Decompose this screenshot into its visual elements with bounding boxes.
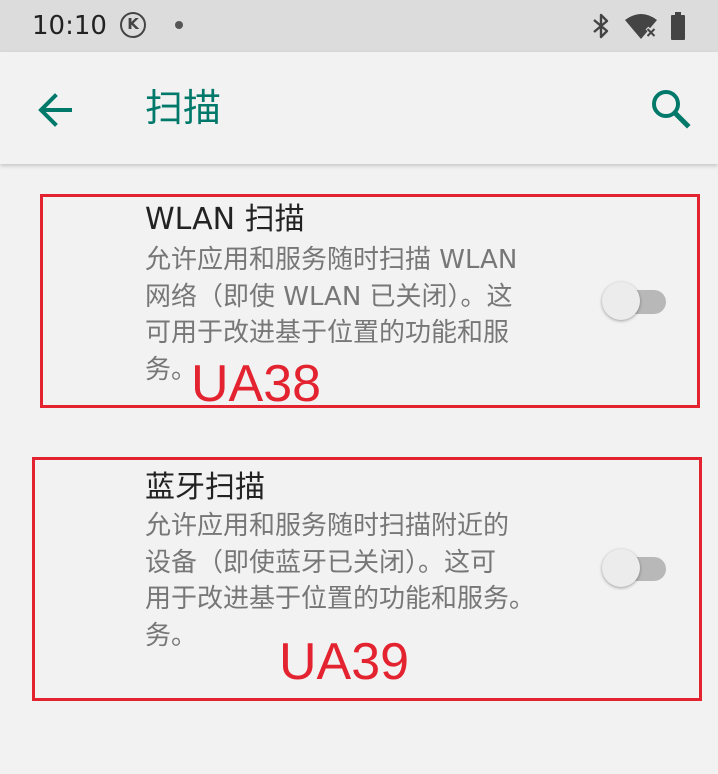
status-icons — [590, 10, 686, 42]
bluetooth-icon — [593, 13, 609, 39]
status-bar: 10:10 K — [0, 0, 718, 52]
annotation-label: UA38 — [191, 355, 322, 413]
app-bar: 扫描 — [0, 52, 718, 164]
notification-dot-icon — [175, 21, 183, 29]
search-button[interactable] — [648, 86, 694, 132]
arrow-back-icon — [38, 93, 72, 127]
page-title: 扫描 — [145, 86, 222, 130]
status-time: 10:10 — [32, 11, 107, 41]
back-button[interactable] — [30, 84, 82, 136]
annotation-label: UA39 — [279, 633, 410, 691]
wifi-no-internet-icon — [625, 14, 657, 39]
annotation-box-ua38 — [40, 194, 700, 408]
k-badge-icon: K — [120, 12, 146, 38]
search-icon — [652, 90, 691, 129]
battery-icon — [671, 12, 685, 40]
